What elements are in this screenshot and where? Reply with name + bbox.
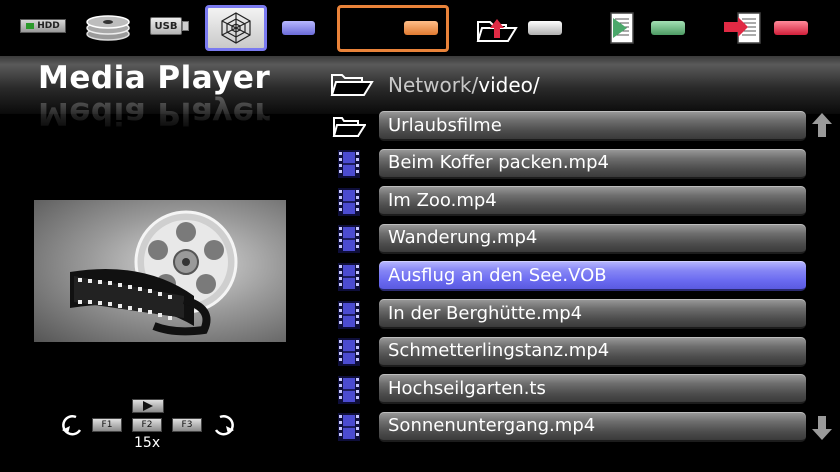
hdd-icon[interactable]: HDD — [20, 19, 66, 33]
video-file-icon — [338, 375, 360, 404]
network-source-selected[interactable] — [205, 5, 267, 51]
rewind-icon[interactable] — [60, 412, 86, 438]
video-file-icon — [338, 413, 360, 442]
playback-speed: 15x — [134, 435, 161, 451]
usb-label: USB — [154, 20, 178, 32]
video-file-icon — [338, 300, 360, 329]
hdd-label: HDD — [37, 21, 60, 31]
fast-forward-icon[interactable] — [210, 412, 236, 438]
blue-key[interactable] — [282, 21, 315, 35]
f1-button[interactable]: F1 — [92, 418, 122, 432]
list-item-selected[interactable]: Ausflug an den See.VOB — [326, 261, 836, 292]
page-title-reflection: Media Player — [38, 96, 271, 130]
video-file-icon — [338, 225, 360, 254]
white-key[interactable] — [528, 21, 562, 35]
file-name[interactable]: Im Zoo.mp4 — [379, 186, 806, 217]
orange-key[interactable] — [404, 21, 438, 35]
playback-controls: F1 F2 F3 15x — [60, 398, 240, 454]
file-name[interactable]: Sonnenuntergang.mp4 — [379, 411, 806, 442]
hdd-led — [26, 23, 35, 29]
page-title: Media Player — [38, 60, 271, 96]
file-name[interactable]: Beim Koffer packen.mp4 — [379, 148, 806, 179]
usb-plug-icon — [182, 21, 189, 31]
video-file-icon — [338, 262, 360, 291]
list-item[interactable]: Wanderung.mp4 — [326, 223, 836, 255]
breadcrumb: Network/video/ — [330, 70, 540, 100]
folder-up-icon[interactable] — [476, 14, 522, 44]
list-item[interactable]: Beim Koffer packen.mp4 — [326, 148, 836, 180]
red-key[interactable] — [774, 21, 808, 35]
path-current: video/ — [478, 73, 540, 97]
list-item[interactable]: Im Zoo.mp4 — [326, 186, 836, 217]
document-exit-icon[interactable] — [722, 10, 764, 46]
file-name[interactable]: Wanderung.mp4 — [379, 223, 806, 254]
green-key[interactable] — [651, 21, 685, 35]
disc-stack-icon[interactable] — [84, 12, 132, 42]
f3-button[interactable]: F3 — [172, 418, 202, 432]
file-name[interactable]: Ausflug an den See.VOB — [379, 261, 806, 292]
f2-button[interactable]: F2 — [132, 418, 162, 432]
file-name[interactable]: Urlaubsfilme — [379, 111, 806, 141]
film-reel-icon — [70, 210, 238, 336]
file-name[interactable]: Schmetterlingstanz.mp4 — [379, 336, 806, 367]
video-file-icon — [338, 187, 360, 216]
list-item[interactable]: In der Berghütte.mp4 — [326, 299, 836, 330]
path-root[interactable]: Network/ — [388, 73, 478, 97]
scroll-down-icon[interactable] — [811, 415, 833, 441]
list-item[interactable]: Hochseilgarten.ts — [326, 374, 836, 405]
path-label: Network/video/ — [388, 73, 540, 97]
source-toolbar: HDD USB — [0, 0, 840, 56]
list-item[interactable]: Schmetterlingstanz.mp4 — [326, 336, 836, 368]
network-icon — [221, 12, 251, 44]
scroll-up-icon[interactable] — [811, 112, 833, 138]
document-play-icon[interactable] — [608, 10, 638, 46]
video-file-icon — [338, 338, 360, 367]
media-preview-thumbnail — [34, 200, 286, 342]
list-item-folder[interactable]: Urlaubsfilme — [326, 111, 836, 142]
list-item[interactable]: Sonnenuntergang.mp4 — [326, 411, 836, 443]
file-name[interactable]: Hochseilgarten.ts — [379, 374, 806, 405]
open-folder-icon — [330, 74, 374, 96]
play-icon — [143, 401, 153, 411]
play-button[interactable] — [132, 399, 164, 413]
usb-icon[interactable]: USB — [150, 17, 182, 35]
folder-icon — [332, 116, 366, 137]
file-name[interactable]: In der Berghütte.mp4 — [379, 299, 806, 329]
video-file-icon — [338, 150, 360, 179]
